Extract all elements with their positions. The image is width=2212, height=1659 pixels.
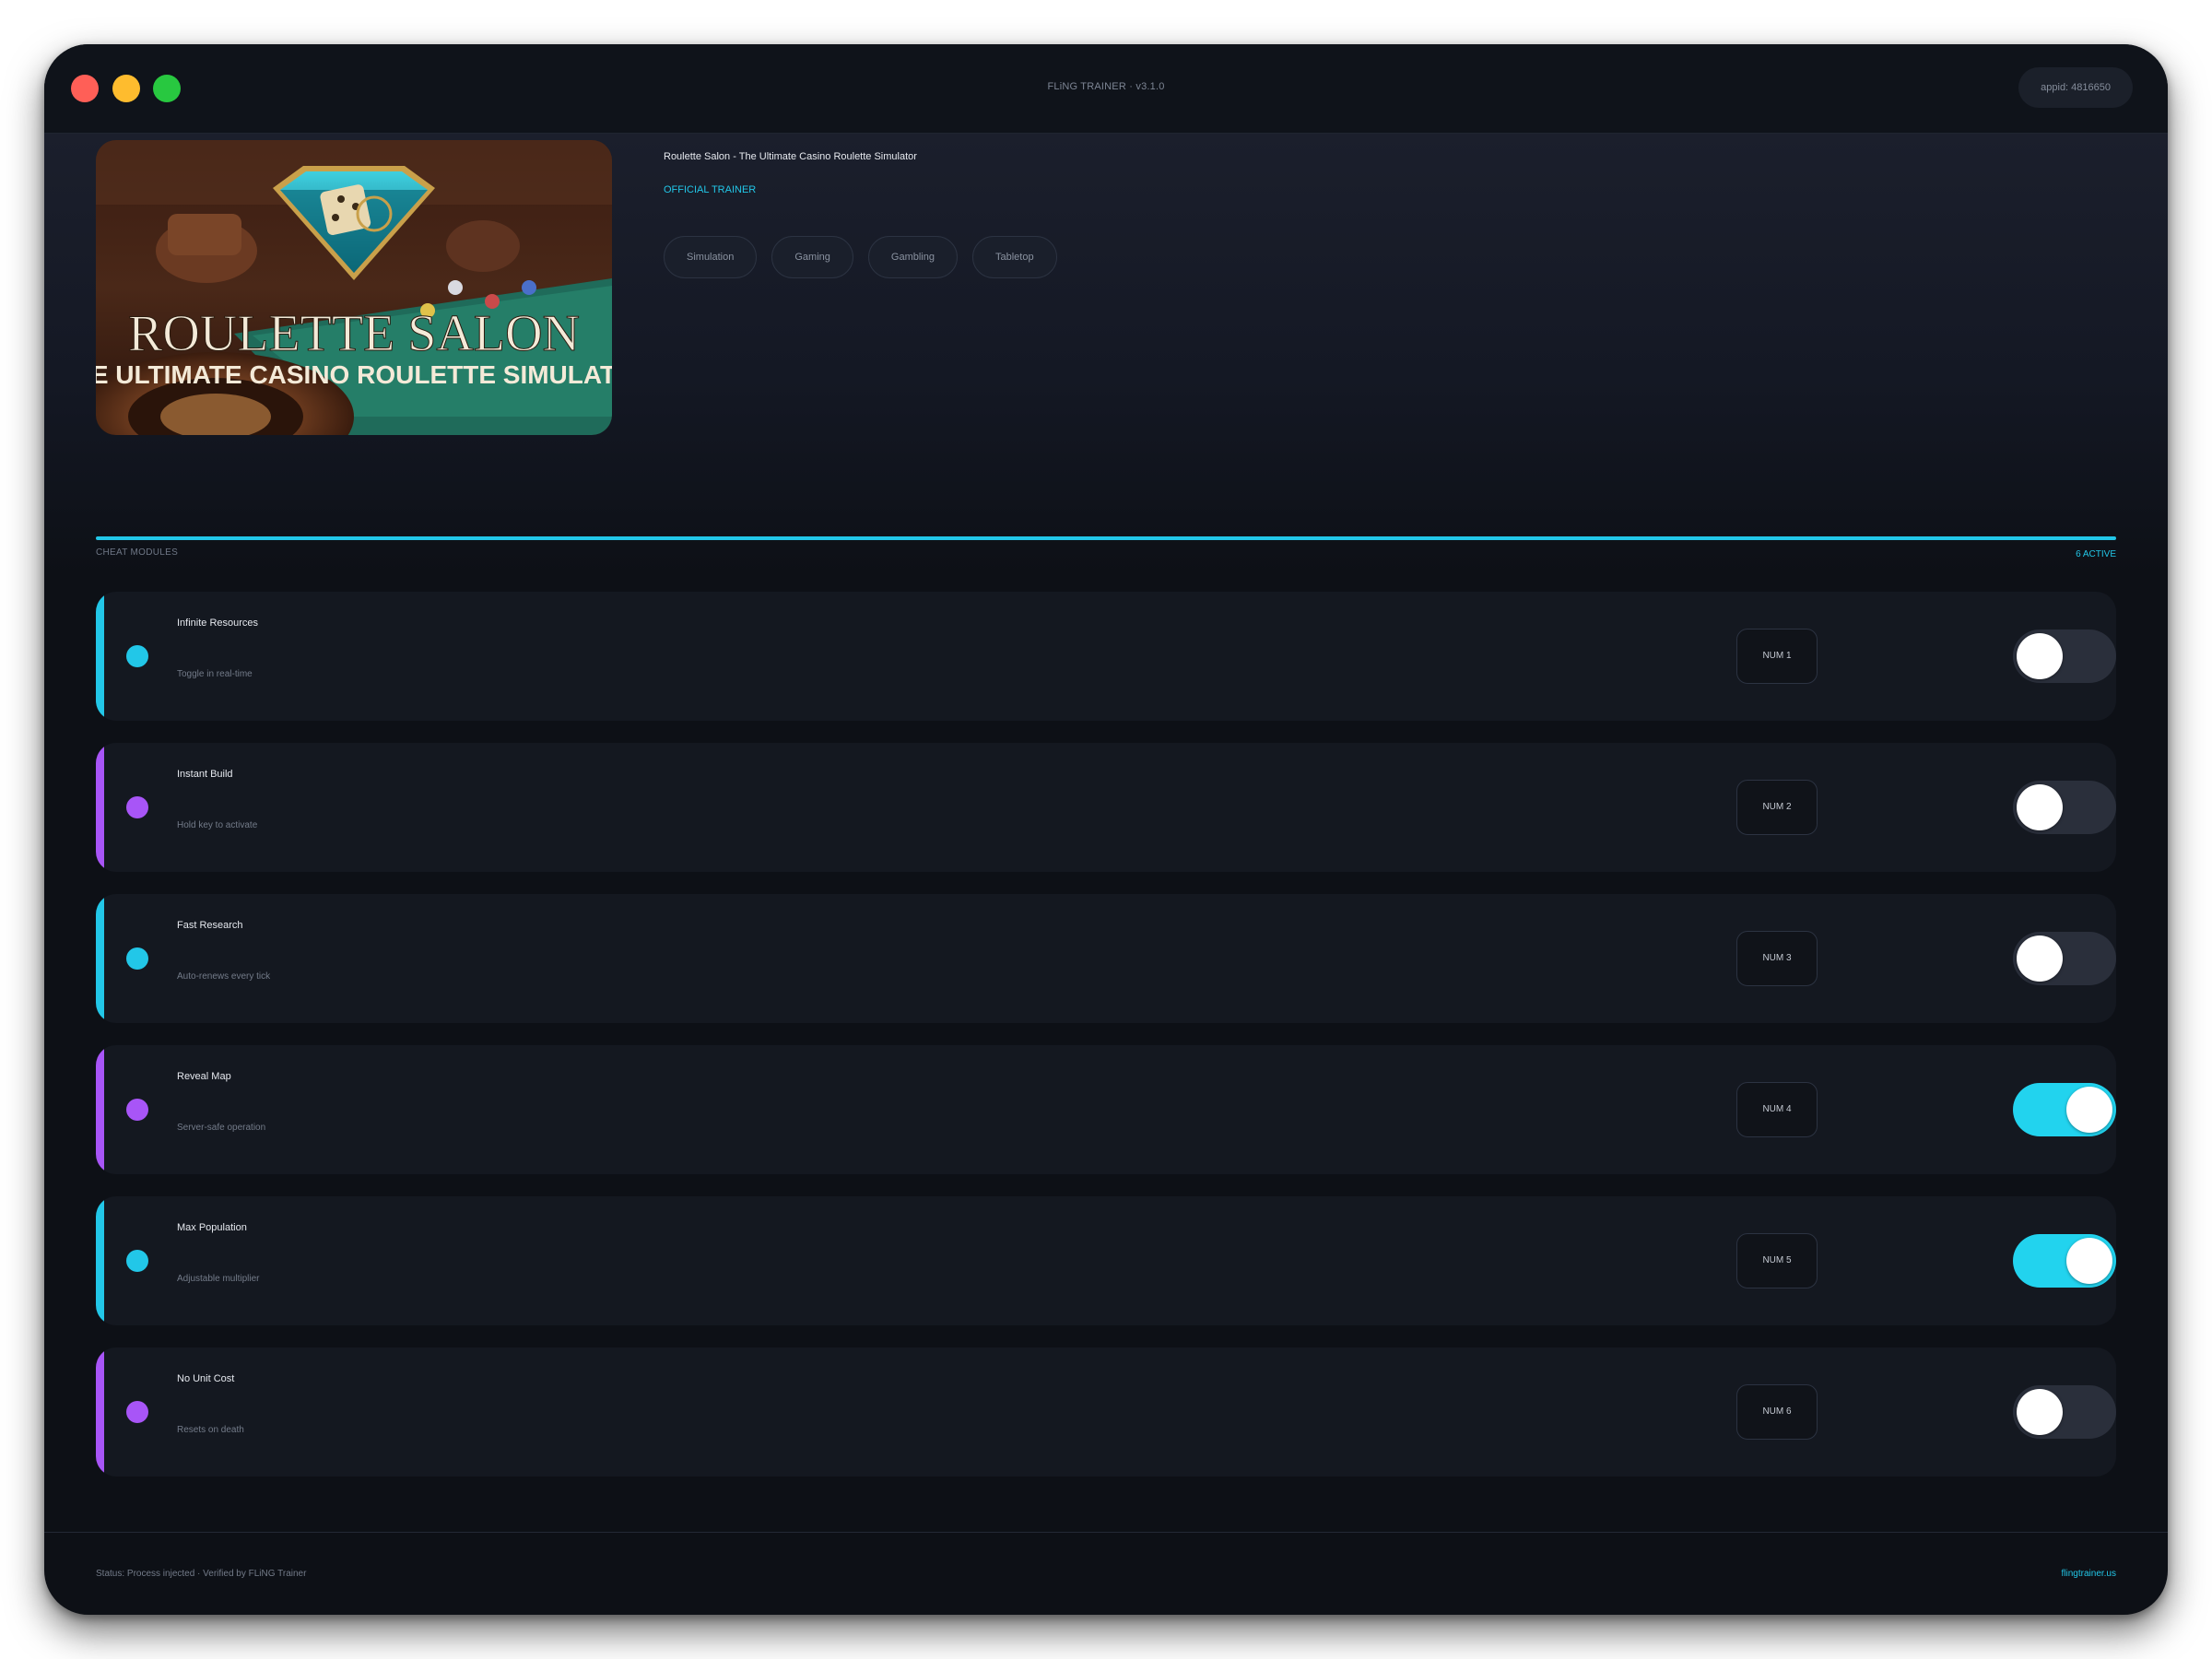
cheat-toggle[interactable] (2013, 1234, 2116, 1288)
cheat-row-max-population: Max Population Adjustable multiplier NUM… (96, 1196, 2116, 1325)
toggle-knob (2017, 784, 2063, 830)
status-indicator-icon (126, 1099, 148, 1121)
genre-tags: Simulation Gaming Gambling Tabletop (664, 236, 1057, 278)
cheat-name: Max Population (177, 1222, 247, 1233)
trainer-window: FLiNG TRAINER · v3.1.0 appid: 4816650 RO… (44, 44, 2168, 1615)
cheat-name: No Unit Cost (177, 1373, 235, 1384)
cheat-description: Hold key to activate (177, 820, 258, 830)
cheat-toggle[interactable] (2013, 932, 2116, 985)
cheat-description: Toggle in real-time (177, 669, 253, 679)
footer-divider (44, 1532, 2168, 1533)
cheat-toggle[interactable] (2013, 1385, 2116, 1439)
cheat-description: Auto-renews every tick (177, 971, 271, 982)
row-accent-bar (96, 743, 104, 872)
tag-tabletop[interactable]: Tabletop (971, 236, 1057, 278)
cheat-row-infinite-resources: Infinite Resources Toggle in real-time N… (96, 592, 2116, 721)
game-title: Roulette Salon - The Ultimate Casino Rou… (664, 151, 917, 162)
official-trainer-label: OFFICIAL TRAINER (664, 184, 757, 195)
status-indicator-icon (126, 645, 148, 667)
window-title: FLiNG TRAINER · v3.1.0 (1047, 81, 1165, 92)
hotkey-button[interactable]: NUM 1 (1736, 629, 1818, 684)
hotkey-button[interactable]: NUM 2 (1736, 780, 1818, 835)
cheat-row-reveal-map: Reveal Map Server-safe operation NUM 4 (96, 1045, 2116, 1174)
cheat-toggle[interactable] (2013, 1083, 2116, 1136)
cover-subtitle: HE ULTIMATE CASINO ROULETTE SIMULATO (96, 360, 612, 389)
cheat-modules-label: CHEAT MODULES (96, 547, 179, 558)
cheat-name: Infinite Resources (177, 618, 259, 629)
cheat-name: Fast Research (177, 920, 243, 931)
row-accent-bar (96, 1347, 104, 1477)
row-accent-bar (96, 894, 104, 1023)
hotkey-button[interactable]: NUM 5 (1736, 1233, 1818, 1288)
row-accent-bar (96, 1045, 104, 1174)
cheat-row-fast-research: Fast Research Auto-renews every tick NUM… (96, 894, 2116, 1023)
status-text: Status: Process injected · Verified by F… (96, 1569, 307, 1579)
cheat-name: Reveal Map (177, 1071, 231, 1082)
tag-simulation[interactable]: Simulation (664, 236, 758, 278)
cheat-description: Resets on death (177, 1425, 244, 1435)
status-indicator-icon (126, 796, 148, 818)
toggle-knob (2017, 633, 2063, 679)
toggle-knob (2017, 935, 2063, 982)
cheat-row-instant-build: Instant Build Hold key to activate NUM 2 (96, 743, 2116, 872)
active-count: 6 ACTIVE (2076, 549, 2116, 559)
website-link[interactable]: flingtrainer.us (2062, 1569, 2116, 1579)
row-accent-bar (96, 592, 104, 721)
status-indicator-icon (126, 1401, 148, 1423)
appid-badge: appid: 4816650 (2018, 67, 2133, 108)
cheat-description: Server-safe operation (177, 1123, 266, 1133)
tag-gambling[interactable]: Gambling (867, 236, 958, 278)
cheat-row-no-unit-cost: No Unit Cost Resets on death NUM 6 (96, 1347, 2116, 1477)
hotkey-button[interactable]: NUM 4 (1736, 1082, 1818, 1137)
toggle-knob (2066, 1087, 2112, 1133)
cheat-toggle[interactable] (2013, 781, 2116, 834)
row-accent-bar (96, 1196, 104, 1325)
cover-title: ROULETTE SALON (128, 305, 580, 362)
cheat-name: Instant Build (177, 769, 233, 780)
status-indicator-icon (126, 947, 148, 970)
hotkey-button[interactable]: NUM 3 (1736, 931, 1818, 986)
status-indicator-icon (126, 1250, 148, 1272)
title-bar: FLiNG TRAINER · v3.1.0 appid: 4816650 (44, 44, 2168, 134)
cheat-toggle[interactable] (2013, 629, 2116, 683)
toggle-knob (2017, 1389, 2063, 1435)
section-divider (96, 536, 2116, 540)
tag-gaming[interactable]: Gaming (771, 236, 853, 278)
toggle-knob (2066, 1238, 2112, 1284)
cheat-description: Adjustable multiplier (177, 1274, 260, 1284)
hotkey-button[interactable]: NUM 6 (1736, 1384, 1818, 1440)
game-cover-image: ROULETTE SALON HE ULTIMATE CASINO ROULET… (96, 140, 612, 435)
